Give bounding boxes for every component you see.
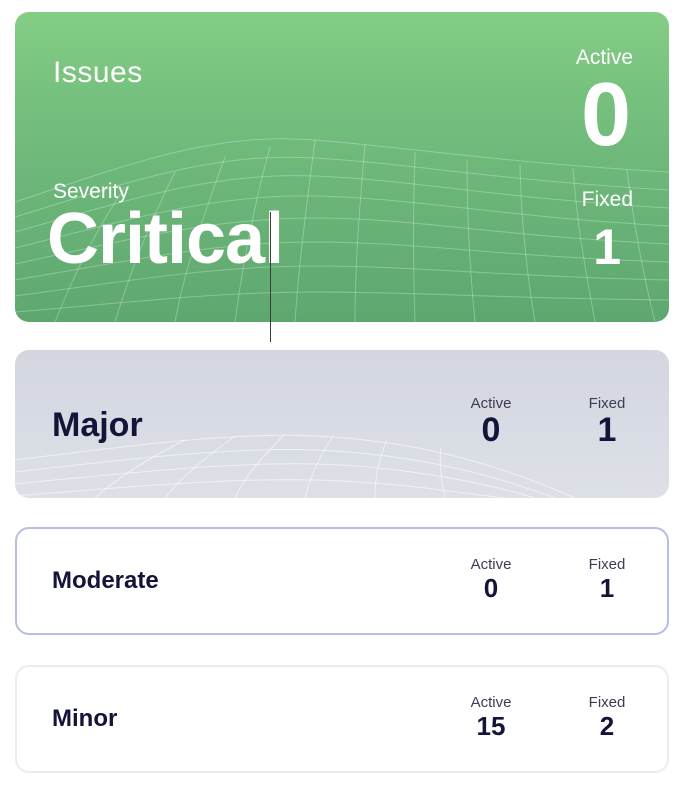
critical-active-count: 0 <box>580 65 631 165</box>
issues-title: Issues <box>53 56 143 89</box>
moderate-fixed-column: Fixed 1 <box>562 556 652 601</box>
critical-level-label: Critical <box>47 199 284 279</box>
major-level-label: Major <box>52 406 143 444</box>
minor-fixed-count: 2 <box>599 711 615 741</box>
critical-fixed-label: Fixed <box>581 188 633 211</box>
minor-active-column: Active 15 <box>446 694 536 739</box>
major-card[interactable]: Major Active 0 Fixed 1 <box>15 350 669 498</box>
critical-fixed-count: 1 <box>593 219 621 275</box>
major-active-column: Active 0 <box>446 395 536 447</box>
text-cursor-indicator <box>270 212 271 342</box>
moderate-active-count: 0 <box>483 573 499 603</box>
major-fixed-column: Fixed 1 <box>562 395 652 447</box>
minor-card[interactable]: Minor Active 15 Fixed 2 <box>15 665 669 773</box>
moderate-active-label: Active <box>470 556 512 573</box>
major-fixed-label: Fixed <box>588 395 626 412</box>
moderate-card[interactable]: Moderate Active 0 Fixed 1 <box>15 527 669 635</box>
major-active-count: 0 <box>481 411 501 449</box>
minor-active-label: Active <box>470 694 512 711</box>
minor-level-label: Minor <box>52 705 118 732</box>
moderate-fixed-label: Fixed <box>588 556 626 573</box>
moderate-level-label: Moderate <box>52 567 159 594</box>
major-active-label: Active <box>470 395 512 412</box>
moderate-active-column: Active 0 <box>446 556 536 601</box>
minor-fixed-label: Fixed <box>588 694 626 711</box>
minor-active-count: 15 <box>476 711 506 741</box>
moderate-fixed-count: 1 <box>599 573 615 603</box>
major-fixed-count: 1 <box>597 411 617 449</box>
issues-severity-panel: Issues Severity Critical Active 0 Fixed … <box>0 0 676 787</box>
minor-fixed-column: Fixed 2 <box>562 694 652 739</box>
critical-card[interactable]: Issues Severity Critical Active 0 Fixed … <box>15 12 669 322</box>
